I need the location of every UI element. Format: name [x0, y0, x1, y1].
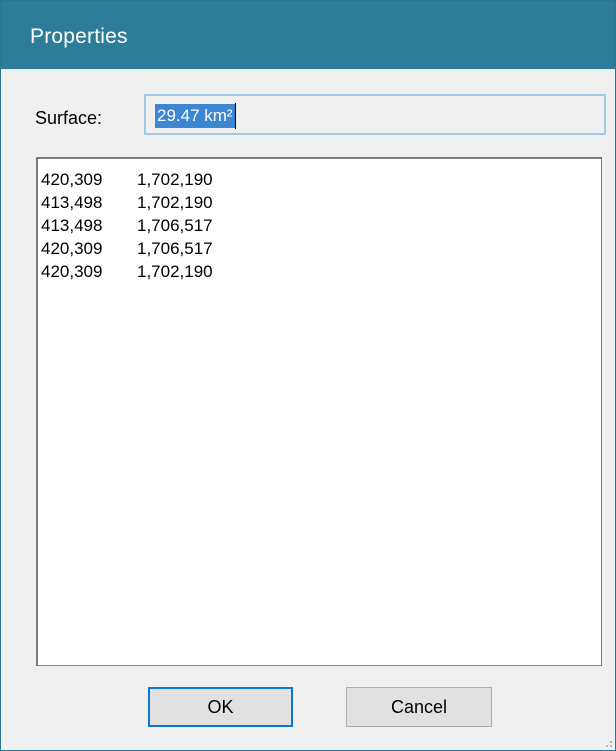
title-bar[interactable]: Properties: [1, 1, 615, 69]
coordinate-x: 413,498: [41, 216, 103, 235]
coordinate-y: 1,706,517: [137, 216, 213, 235]
coordinate-row[interactable]: 420,309 1,702,190: [41, 260, 601, 283]
coordinate-x: 420,309: [41, 239, 103, 258]
coordinates-listbox[interactable]: 420,309 1,702,190 413,498 1,702,190 413,49…: [36, 157, 602, 666]
surface-label: Surface:: [35, 108, 103, 128]
text-caret: [235, 103, 236, 129]
coordinate-y: 1,702,190: [137, 170, 213, 189]
coordinate-row[interactable]: 413,498 1,706,517: [41, 214, 601, 237]
coordinate-x: 420,309: [41, 262, 103, 281]
coordinate-y: 1,702,190: [137, 262, 213, 281]
cancel-button[interactable]: Cancel: [346, 687, 492, 727]
coordinate-x: 420,309: [41, 170, 103, 189]
surface-value-selected: 29.47 km²: [155, 104, 235, 128]
ok-button[interactable]: OK: [148, 687, 293, 727]
coordinate-row[interactable]: 420,309 1,702,190: [41, 168, 601, 191]
coordinate-row[interactable]: 420,309 1,706,517: [41, 237, 601, 260]
coordinate-x: 413,498: [41, 193, 103, 212]
surface-field[interactable]: 29.47 km²: [144, 94, 606, 135]
coordinate-y: 1,706,517: [137, 239, 213, 258]
coordinate-row[interactable]: 413,498 1,702,190: [41, 191, 601, 214]
resize-grip-icon[interactable]: [602, 737, 612, 747]
properties-dialog: Properties Surface: 29.47 km² 420,309 1,7…: [0, 0, 616, 751]
window-title: Properties: [30, 25, 128, 48]
coordinate-y: 1,702,190: [137, 193, 213, 212]
